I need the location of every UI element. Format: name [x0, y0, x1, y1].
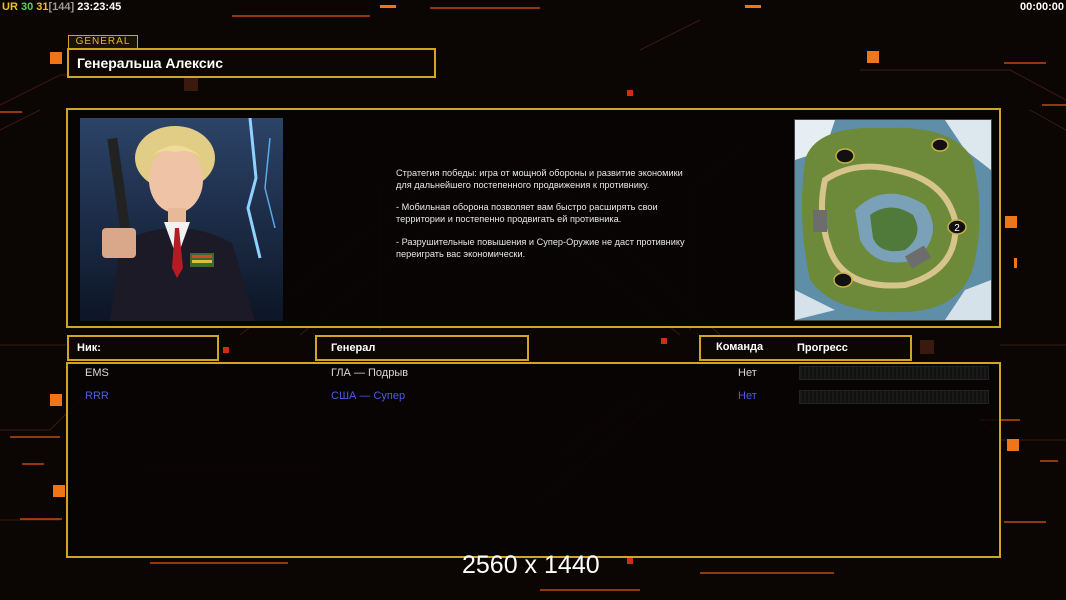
header-team-progress: Команда Прогресс — [699, 335, 912, 361]
fps-value-3: [144] — [48, 1, 75, 13]
decor-square — [661, 338, 667, 344]
decor-square — [1007, 439, 1019, 451]
fps-value-1: 30 — [20, 1, 34, 13]
player-general: ГЛА — Подрыв — [331, 367, 409, 379]
player-general: США — Супер — [331, 390, 406, 402]
header-progress-label: Прогресс — [797, 342, 848, 354]
header-team-label: Команда — [716, 341, 764, 353]
general-name: Генеральша Алексис — [77, 55, 224, 71]
header-nick-label: Ник: — [77, 342, 101, 354]
decor-square — [867, 51, 879, 63]
clock: 23:23:45 — [77, 1, 122, 13]
header-general: Генерал — [315, 335, 529, 361]
decor-square — [1005, 216, 1017, 228]
game-timer: 00:00:00 — [1019, 1, 1064, 13]
strategy-paragraph: - Разрушительные повышения и Супер-Оружи… — [396, 236, 685, 259]
decor-square — [50, 394, 62, 406]
decor-square — [920, 340, 934, 354]
decor-square — [53, 485, 65, 497]
player-progress-bar — [799, 390, 989, 404]
decor-square — [627, 558, 633, 564]
header-nick: Ник: — [67, 335, 219, 361]
general-title-box: Генеральша Алексис — [67, 48, 436, 78]
header-general-label: Генерал — [331, 342, 376, 354]
decor-square — [184, 77, 198, 91]
player-nick: EMS — [85, 367, 109, 379]
decor-square — [223, 347, 229, 353]
strategy-paragraph: - Мобильная оборона позволяет вам быстро… — [396, 202, 658, 225]
player-nick: RRR — [85, 390, 109, 402]
decor-square — [1014, 258, 1017, 268]
general-tag: GENERAL — [68, 35, 138, 49]
player-start-marker: 2 — [954, 223, 960, 234]
strategy-description: Стратегия победы: игра от мощной обороны… — [396, 168, 696, 271]
ur-label: UR — [2, 1, 18, 13]
fps-value-2: 31 — [36, 1, 49, 13]
resolution-watermark: 2560 x 1440 — [462, 551, 600, 579]
decor-square — [627, 90, 633, 96]
player-team: Нет — [738, 390, 757, 402]
player-progress-bar — [799, 366, 989, 380]
decor-square — [745, 5, 761, 8]
general-portrait — [80, 118, 283, 321]
decor-square — [50, 52, 62, 64]
strategy-paragraph: Стратегия победы: игра от мощной обороны… — [396, 168, 683, 190]
player-team: Нет — [738, 367, 757, 379]
decor-square — [380, 5, 396, 8]
map-preview[interactable]: 2 — [794, 119, 992, 321]
fps-counter: UR 30 31[144] 23:23:45 — [2, 1, 121, 13]
